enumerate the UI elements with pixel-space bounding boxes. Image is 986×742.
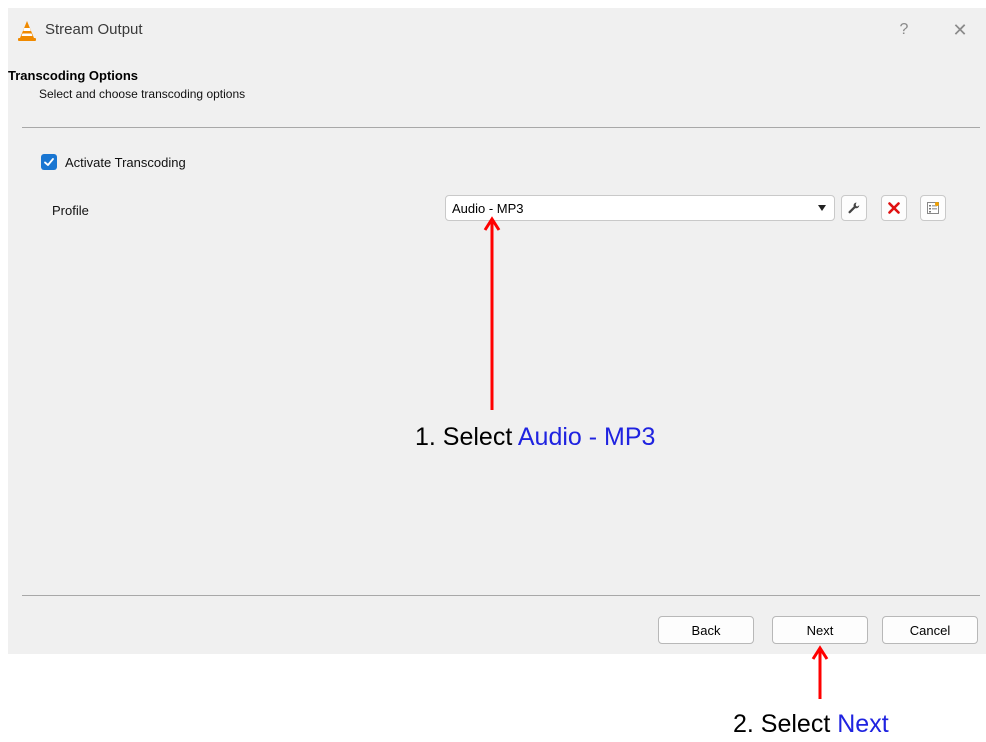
next-button[interactable]: Next [772,616,868,644]
delete-x-icon [888,202,900,214]
back-button[interactable]: Back [658,616,754,644]
checkmark-icon [44,158,54,166]
profile-selected-value: Audio - MP3 [452,201,524,216]
bottom-divider [22,595,980,596]
window-title: Stream Output [45,21,143,38]
activate-transcoding-label[interactable]: Activate Transcoding [65,155,186,170]
activate-transcoding-checkbox[interactable] [41,154,57,170]
title-bar: Stream Output ? ✕ [8,8,986,52]
chevron-down-icon [818,205,826,211]
annotation-step-1: 1. Select Audio - MP3 [415,423,655,452]
top-divider [22,127,980,128]
delete-profile-button[interactable] [881,195,907,221]
help-button[interactable]: ? [894,18,914,42]
annotation-step-2-target: Next [837,710,889,738]
vlc-cone-icon [18,21,36,41]
edit-profile-button[interactable] [841,195,867,221]
section-title: Transcoding Options [8,68,139,83]
new-profile-icon [927,202,939,214]
annotation-step-2-prefix: 2. Select [733,710,838,738]
close-button[interactable]: ✕ [948,18,972,42]
annotation-step-1-target: Audio - MP3 [517,423,656,451]
profile-label: Profile [52,203,89,218]
annotation-arrow-up-icon [483,216,501,410]
cancel-button[interactable]: Cancel [882,616,978,644]
section-subtitle: Select and choose transcoding options [39,87,246,101]
annotation-step-2: 2. Select Next [733,710,889,739]
new-profile-button[interactable] [920,195,946,221]
profile-dropdown[interactable]: Audio - MP3 [445,195,835,221]
annotation-arrow-up-icon [811,645,829,699]
annotation-step-1-prefix: 1. Select [415,423,518,451]
wrench-icon [848,202,860,214]
